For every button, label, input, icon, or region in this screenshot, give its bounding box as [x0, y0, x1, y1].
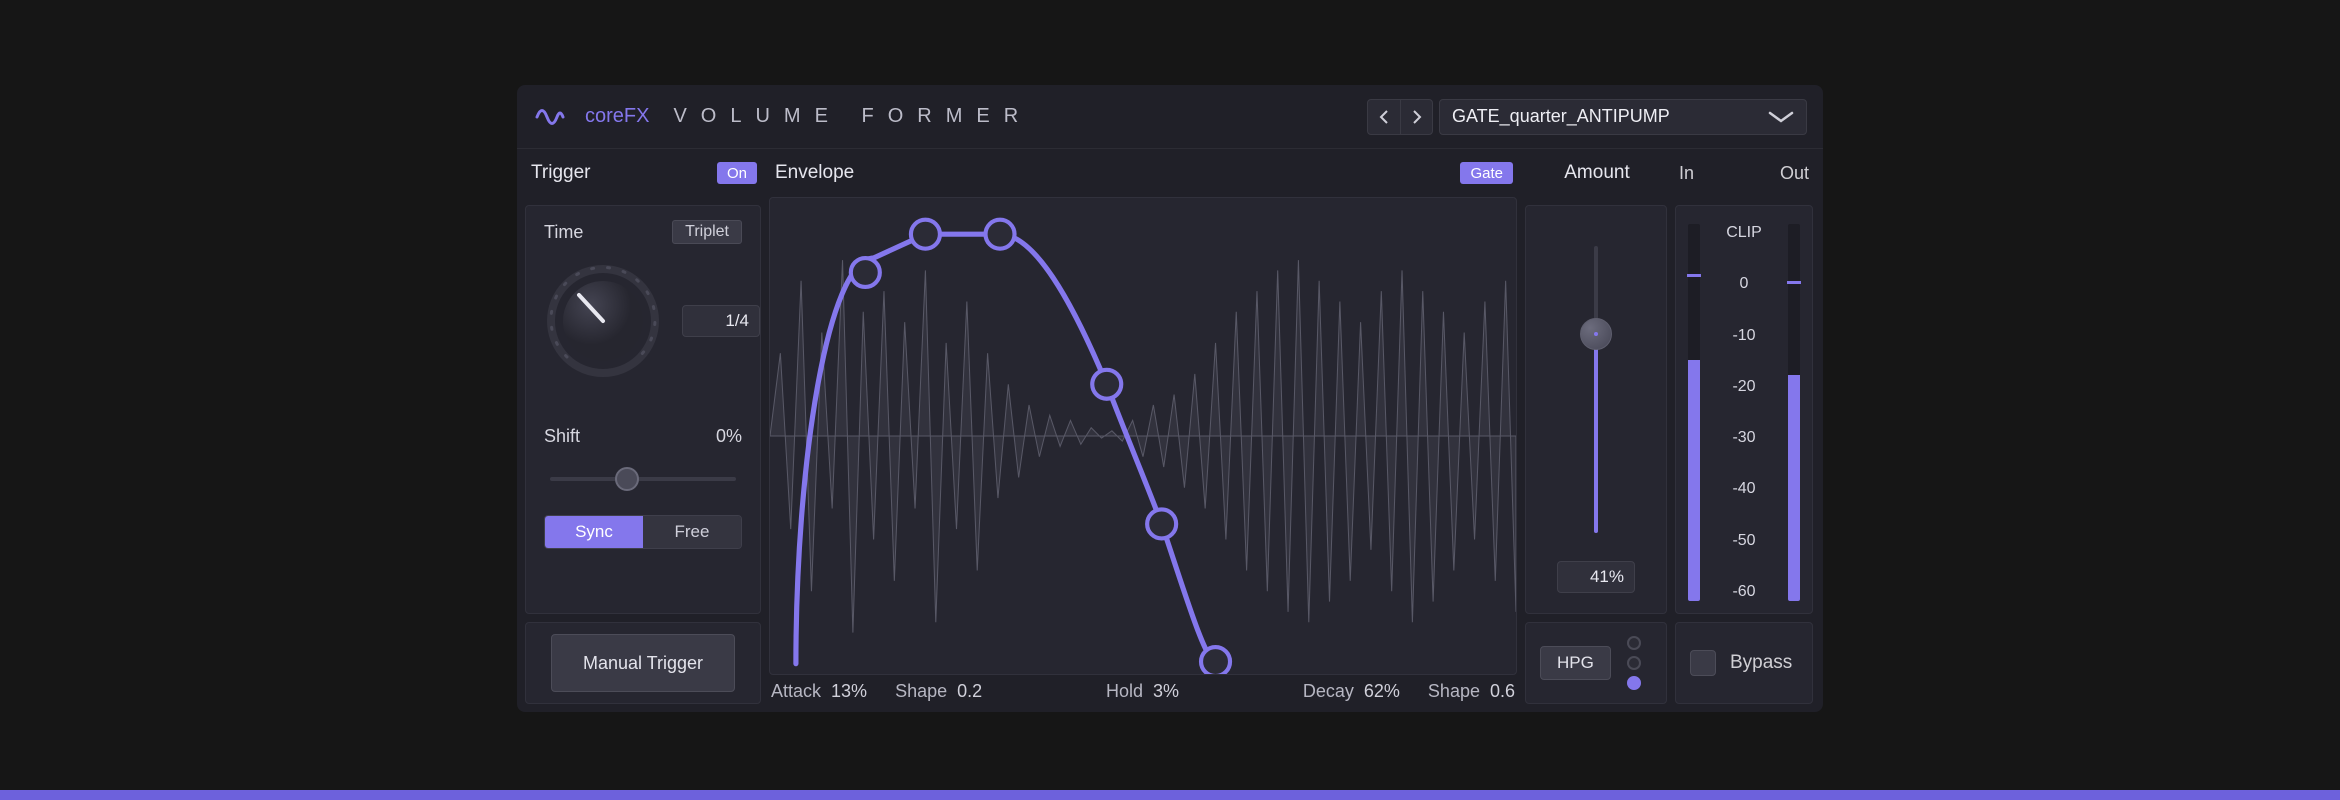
gate-label: Gate	[1460, 162, 1513, 184]
bypass-checkbox[interactable]	[1690, 650, 1716, 676]
meter-column: In Out CLIP 0 -10 -20 -30 -40 -50 -60	[1675, 149, 1823, 712]
triplet-button[interactable]: Triplet	[672, 220, 742, 244]
shape1-readout[interactable]: Shape 0.2	[895, 681, 982, 702]
amount-slider[interactable]	[1578, 236, 1614, 543]
shift-value: 0%	[716, 426, 742, 447]
shift-slider[interactable]	[544, 469, 742, 489]
manual-trigger-button[interactable]: Manual Trigger	[551, 634, 735, 692]
trigger-panel: Time Triplet	[525, 205, 761, 614]
clip-label: CLIP	[1706, 224, 1782, 242]
preset-nav: GATE_quarter_ANTIPUMP	[1367, 99, 1807, 135]
trigger-title: Trigger	[531, 162, 590, 184]
trigger-header: Trigger On	[525, 149, 761, 197]
time-value[interactable]: 1/4	[682, 305, 760, 337]
hpg-panel: HPG	[1525, 622, 1667, 704]
chevron-down-icon	[1768, 110, 1794, 124]
meter-scale: CLIP 0 -10 -20 -30 -40 -50 -60	[1700, 224, 1788, 601]
bypass-label: Bypass	[1730, 652, 1792, 674]
shape2-readout[interactable]: Shape 0.6	[1428, 681, 1515, 702]
hpg-button[interactable]: HPG	[1540, 646, 1611, 680]
manual-trigger-panel: Manual Trigger	[525, 622, 761, 704]
output-meter	[1788, 224, 1800, 601]
input-meter	[1688, 224, 1700, 601]
decay-readout[interactable]: Decay 62%	[1303, 681, 1400, 702]
hpg-radio-1[interactable]	[1627, 636, 1641, 650]
trigger-column: Trigger On Time Triplet	[517, 149, 769, 712]
amount-header: Amount	[1525, 149, 1667, 197]
brand-label: coreFX	[585, 105, 649, 128]
preset-nav-group	[1367, 99, 1433, 135]
hpg-radio-group	[1627, 636, 1641, 690]
meter-header: In Out	[1675, 149, 1813, 197]
preset-name: GATE_quarter_ANTIPUMP	[1452, 106, 1756, 127]
amount-column: Amount 41% HPG	[1525, 149, 1675, 712]
amount-panel: 41%	[1525, 205, 1667, 614]
amount-value[interactable]: 41%	[1557, 561, 1635, 593]
hpg-radio-2[interactable]	[1627, 656, 1641, 670]
bypass-panel: Bypass	[1675, 622, 1813, 704]
time-label: Time	[544, 222, 583, 243]
preset-dropdown[interactable]: GATE_quarter_ANTIPUMP	[1439, 99, 1807, 135]
free-option[interactable]: Free	[643, 516, 741, 548]
product-label: VOLUME FORMER	[673, 105, 1032, 128]
envelope-readouts: Attack 13% Shape 0.2 Hold 3% Decay 62%	[769, 675, 1517, 704]
plugin-window: coreFX VOLUME FORMER GATE_quarter_ANTIPU…	[517, 85, 1823, 712]
trigger-on-label: On	[717, 162, 757, 184]
envelope-header: Envelope Gate	[769, 149, 1517, 197]
plugin-body: Trigger On Time Triplet	[517, 149, 1823, 712]
meter-panel: CLIP 0 -10 -20 -30 -40 -50 -60	[1675, 205, 1813, 614]
time-knob[interactable]	[544, 262, 662, 380]
preset-prev-button[interactable]	[1368, 100, 1400, 134]
envelope-title: Envelope	[775, 162, 854, 184]
footer-bar-violet	[0, 790, 2340, 800]
trigger-on-toggle[interactable]: On	[717, 162, 757, 184]
brand-logo-icon	[533, 100, 567, 134]
topbar: coreFX VOLUME FORMER GATE_quarter_ANTIPU…	[517, 85, 1823, 149]
hpg-radio-3[interactable]	[1627, 676, 1641, 690]
sync-option[interactable]: Sync	[545, 516, 643, 548]
envelope-display[interactable]	[769, 197, 1517, 675]
preset-next-button[interactable]	[1400, 100, 1432, 134]
envelope-gate-toggle[interactable]: Gate	[1460, 162, 1513, 184]
sync-free-switch[interactable]: Sync Free	[544, 515, 742, 549]
out-label: Out	[1780, 163, 1809, 184]
shift-label: Shift	[544, 426, 580, 447]
in-label: In	[1679, 163, 1694, 184]
attack-readout[interactable]: Attack 13%	[771, 681, 867, 702]
hold-readout[interactable]: Hold 3%	[1106, 681, 1179, 702]
envelope-column: Envelope Gate	[769, 149, 1525, 712]
triplet-label: Triplet	[685, 223, 729, 241]
